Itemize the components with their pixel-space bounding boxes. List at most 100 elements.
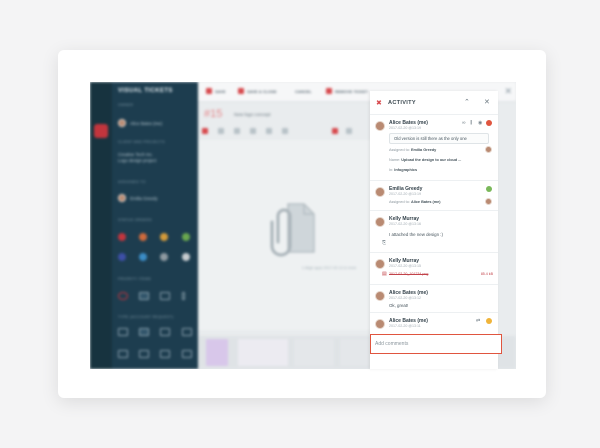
arrow-tool-icon[interactable] <box>266 128 272 134</box>
save-close-button[interactable]: SAVE & CLOSE <box>238 88 277 94</box>
in-line: In: Infographics <box>389 168 417 172</box>
file-icon: ▤ <box>382 271 387 277</box>
attachment-thumb[interactable] <box>294 339 334 366</box>
pin-icon[interactable]: ✖ <box>376 99 382 107</box>
timestamp: 2017-02-20 @13:19 <box>389 192 422 196</box>
activity-header: ✖ ACTIVITY ⌃ ✕ <box>370 91 498 115</box>
status-color-blue[interactable] <box>139 253 147 261</box>
status-color-gray[interactable] <box>160 253 168 261</box>
status-color-red[interactable] <box>118 233 126 241</box>
cancel-button[interactable]: CANCEL <box>286 88 312 94</box>
removed-file-row[interactable]: 2017-02-20_101234.png 85.4 kB <box>389 272 493 279</box>
editor-toolbar <box>202 128 352 136</box>
save-label: SAVE <box>215 89 226 94</box>
timestamp: 2017-02-20 @13:15 <box>389 264 422 268</box>
add-comment-input[interactable]: Add comments <box>370 334 502 354</box>
ticket-number: #15 <box>204 108 223 120</box>
client-name[interactable]: Creative Tech Inc. <box>118 152 153 157</box>
status-color-amber[interactable] <box>160 233 168 241</box>
project-name[interactable]: Logo design project <box>118 158 156 163</box>
type-lab-icon[interactable] <box>182 350 192 358</box>
activity-feed[interactable]: Alice Bates (me) 2017-02-20 @13:19 ∞ ⫼ ◉… <box>370 115 498 335</box>
type-gift-icon[interactable] <box>160 350 170 358</box>
priority-blocked-icon[interactable] <box>118 292 128 300</box>
type-bug-icon[interactable] <box>118 328 128 336</box>
type-idea-icon[interactable] <box>118 350 128 358</box>
comment-text: I attached the new design :) <box>389 232 443 237</box>
assigned-line: Assigned to: Alice Bates (me) <box>389 200 441 204</box>
activity-entry: Kelly Murray 2017-02-20 @13:15 ▤ 2017-02… <box>370 253 498 285</box>
ticket-title[interactable]: New logo concept <box>234 112 271 117</box>
name-line: Name: Upload the design to our cloud ... <box>389 158 461 162</box>
close-panel-icon[interactable]: ✕ <box>484 98 490 106</box>
resize-tool-icon[interactable] <box>234 128 240 134</box>
activity-entry: Alice Bates (me) 2017-02-20 @13:12 Ok, g… <box>370 285 498 313</box>
save-close-icon <box>238 88 244 94</box>
flip-tool-icon[interactable] <box>250 128 256 134</box>
sidebar-title: VISUAL TICKETS <box>118 88 173 94</box>
cancel-icon <box>286 88 292 94</box>
name-value: Upload the design to our cloud ... <box>401 158 462 162</box>
layers-tool-icon[interactable] <box>346 128 352 134</box>
assignee-name[interactable]: Emilia Greedy <box>130 196 158 201</box>
status-color-green[interactable] <box>182 233 190 241</box>
user-tool-icon[interactable] <box>332 128 338 134</box>
comment-bubble: Old version is still there as the only o… <box>389 133 489 144</box>
status-dot <box>486 186 492 192</box>
owner-avatar <box>118 119 126 127</box>
status-label: STATUS ORDERS <box>118 218 152 222</box>
timestamp: 2017-02-20 @13:12 <box>389 296 422 300</box>
assignee-label: ASSIGNED TO <box>118 180 146 184</box>
attachment-thumb[interactable] <box>206 339 228 366</box>
status-dot <box>486 318 492 324</box>
attachment-thumb[interactable] <box>238 339 288 366</box>
assignee-avatar <box>485 146 492 153</box>
close-icon[interactable]: ✕ <box>504 86 512 97</box>
chevron-up-icon[interactable]: ⌃ <box>464 98 470 106</box>
user-icon: ◉ <box>478 120 483 126</box>
status-color-orange[interactable] <box>139 233 147 241</box>
remove-label: REMOVE TICKET <box>335 89 368 94</box>
assigned-prefix: Assigned to: <box>389 148 410 152</box>
timestamp: 2017-02-20 @13:11 <box>389 324 421 328</box>
comment-text: Ok, great! <box>389 303 409 308</box>
timestamp: 2017-02-20 @13:16 <box>389 222 422 226</box>
assigned-prefix: Assigned to: <box>389 200 410 204</box>
avatar <box>375 217 385 227</box>
status-color-indigo[interactable] <box>118 253 126 261</box>
swap-icon: ⇄ <box>476 318 481 324</box>
activity-panel: ✖ ACTIVITY ⌃ ✕ Alice Bates (me) 2017-02-… <box>370 91 502 369</box>
save-button[interactable]: SAVE <box>206 88 226 94</box>
activity-title: ACTIVITY <box>388 100 416 106</box>
trash-icon <box>326 88 332 94</box>
activity-entry: Alice Bates (me) 2017-02-20 @13:11 ⇄ <box>370 313 498 335</box>
priority-mid-icon[interactable] <box>160 292 170 300</box>
type-comment-icon[interactable] <box>182 328 192 336</box>
type-flag-icon[interactable] <box>160 328 170 336</box>
assigned-line: Assigned to: Emilia Greedy <box>389 148 436 152</box>
assigned-to: Alice Bates (me) <box>410 200 441 204</box>
remove-ticket-button[interactable]: REMOVE TICKET <box>326 88 368 94</box>
status-color-light[interactable] <box>182 253 190 261</box>
type-swap-icon[interactable] <box>139 328 149 336</box>
assigned-to: Emilia Greedy <box>410 148 437 152</box>
save-close-label: SAVE & CLOSE <box>247 89 277 94</box>
owner-label: OWNER <box>118 103 134 107</box>
text-tool-icon[interactable] <box>282 128 288 134</box>
image-tool-icon[interactable] <box>202 128 208 134</box>
sidebar-rail <box>90 82 112 369</box>
rail-active-chip[interactable] <box>94 124 108 138</box>
in-value: Infographics <box>394 168 418 172</box>
attachment-icon: ⎘ <box>382 240 387 246</box>
priority-bars-icon[interactable] <box>139 292 149 300</box>
type-build-icon[interactable] <box>139 350 149 358</box>
attachment-file-icon <box>270 203 315 257</box>
assignee-avatar <box>118 194 126 202</box>
priority-low-icon[interactable] <box>182 292 185 300</box>
crop-tool-icon[interactable] <box>218 128 224 134</box>
sidebar: VISUAL TICKETS OWNER Alice Bates (me) CL… <box>90 82 198 369</box>
file-size: 85.4 kB <box>480 272 493 276</box>
client-label: CLIENT AND PROJECTS <box>118 140 165 144</box>
activity-entry: Emilia Greedy 2017-02-20 @13:19 Assigned… <box>370 181 498 211</box>
link-icon: ∞ <box>462 120 466 126</box>
